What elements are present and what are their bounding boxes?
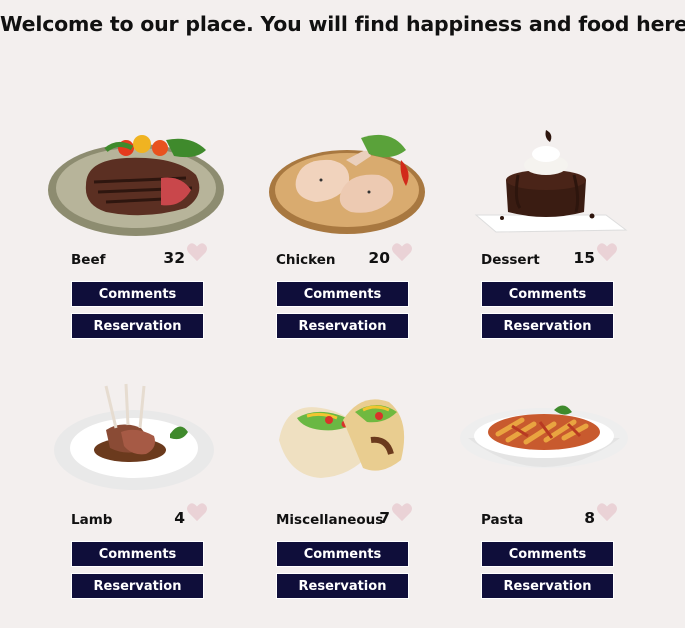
like-count: 4 [174, 509, 185, 527]
comments-button[interactable]: Comments [481, 541, 614, 567]
page-title: Welcome to our place. You will find happ… [0, 12, 685, 36]
food-name: Beef [71, 252, 106, 268]
steak-plate-image [48, 135, 224, 236]
like-count: 32 [163, 249, 185, 267]
reservation-button[interactable]: Reservation [71, 313, 204, 339]
food-name: Chicken [276, 252, 336, 268]
chocolate-cake-image [474, 130, 628, 233]
comments-button[interactable]: Comments [481, 281, 614, 307]
tacos-image [279, 399, 405, 478]
comments-button[interactable]: Comments [276, 541, 409, 567]
heart-icon[interactable] [596, 502, 618, 522]
reservation-button[interactable]: Reservation [276, 573, 409, 599]
like-count: 7 [379, 509, 390, 527]
like-count: 15 [573, 249, 595, 267]
like-count: 20 [368, 249, 390, 267]
food-name: Dessert [481, 252, 540, 268]
comments-button[interactable]: Comments [71, 281, 204, 307]
heart-icon[interactable] [391, 242, 413, 262]
reservation-button[interactable]: Reservation [481, 313, 614, 339]
food-card-pasta: Pasta 8 Comments Reservation [460, 380, 685, 620]
comments-button[interactable]: Comments [71, 541, 204, 567]
food-card-beef: Beef 32 Comments Reservation [48, 120, 276, 360]
food-name: Pasta [481, 512, 524, 528]
reservation-button[interactable]: Reservation [276, 313, 409, 339]
heart-icon[interactable] [186, 242, 208, 262]
food-card-dessert: Dessert 15 Comments Reservation [474, 120, 685, 360]
lamb-chops-image [54, 383, 214, 490]
food-card-chicken: Chicken 20 Comments Reservation [269, 120, 481, 360]
reservation-button[interactable]: Reservation [71, 573, 204, 599]
food-card-lamb: Lamb 4 Comments Reservation [54, 380, 276, 620]
like-count: 8 [584, 509, 595, 527]
reservation-button[interactable]: Reservation [481, 573, 614, 599]
heart-icon[interactable] [186, 502, 208, 522]
heart-icon[interactable] [596, 242, 618, 262]
food-name: Lamb [71, 512, 113, 528]
raw-chicken-image [269, 134, 425, 234]
pasta-bowl-image [460, 405, 628, 468]
food-card-miscellaneous: Miscellaneous 7 Comments Reservation [276, 380, 481, 620]
heart-icon[interactable] [391, 502, 413, 522]
comments-button[interactable]: Comments [276, 281, 409, 307]
